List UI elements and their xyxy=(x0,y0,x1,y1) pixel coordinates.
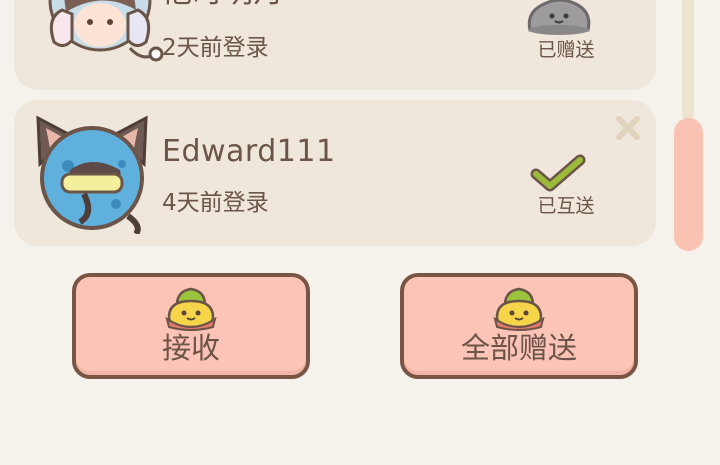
friend-name: 他时明月 xyxy=(162,0,284,8)
stone-pet-icon xyxy=(527,0,591,35)
slime-gift-icon xyxy=(165,287,217,331)
friend-card: 他时明月 2天前登录 已赠送 xyxy=(14,0,656,90)
checkmark-icon xyxy=(530,154,586,192)
friend-name: Edward111 xyxy=(162,134,336,169)
last-login-text: 4天前登录 xyxy=(162,190,269,216)
receive-button[interactable]: 接收 xyxy=(72,273,310,379)
friend-avatar[interactable] xyxy=(32,114,152,234)
send-all-label: 全部赠送 xyxy=(460,331,577,365)
gift-status: 已赠送 xyxy=(537,39,595,61)
scrollbar-thumb[interactable] xyxy=(674,118,703,251)
remove-friend-icon[interactable] xyxy=(614,114,642,142)
friend-card: Edward111 4天前登录 已互送 xyxy=(14,100,656,246)
send-all-button[interactable]: 全部赠送 xyxy=(400,273,638,379)
scrollbar-track[interactable] xyxy=(682,0,694,120)
slime-gift-icon xyxy=(493,287,545,331)
gift-status: 已互送 xyxy=(537,195,595,217)
receive-label: 接收 xyxy=(161,331,220,365)
friend-avatar[interactable] xyxy=(32,0,172,74)
last-login-text: 2天前登录 xyxy=(162,35,269,61)
